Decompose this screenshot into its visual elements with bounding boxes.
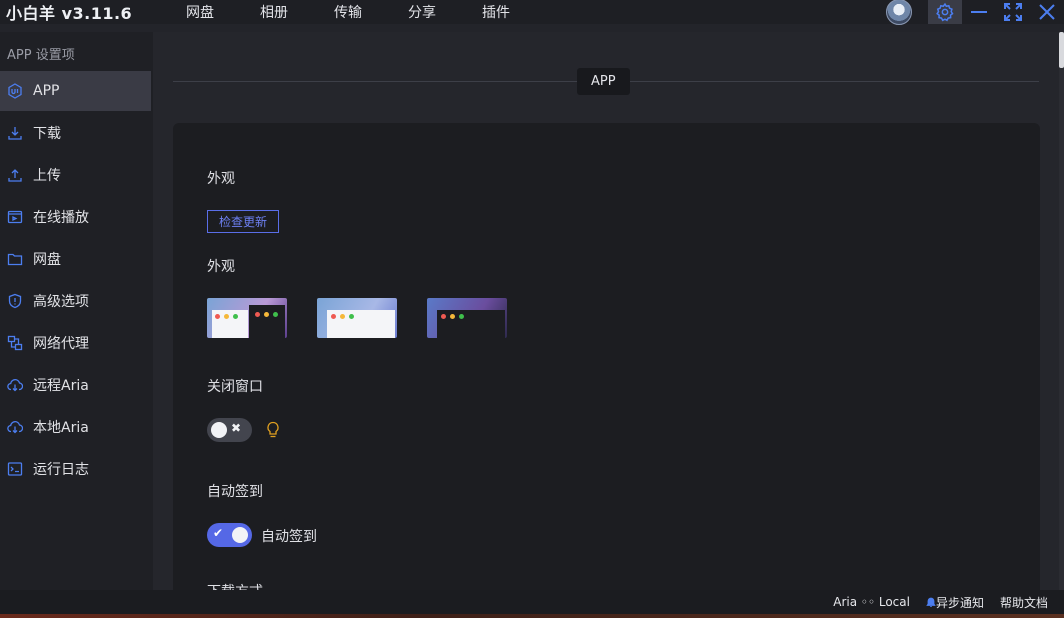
sidebar-heading: APP 设置项 (7, 48, 75, 63)
app-title: 小白羊 v3.11.6 (6, 4, 133, 23)
sidebar-item-label: 网络代理 (33, 336, 89, 352)
switch-knob (211, 422, 227, 438)
window-controls (886, 0, 1064, 25)
minimize-button[interactable] (962, 0, 996, 24)
window-dots (255, 312, 282, 317)
top-nav-pan[interactable]: 网盘 (186, 2, 214, 22)
cloud-download-icon (7, 377, 23, 393)
top-nav-transfer[interactable]: 传输 (334, 2, 362, 22)
sidebar-item-label: 本地Aria (33, 420, 89, 436)
bell-icon (926, 597, 936, 607)
theme-option-light[interactable] (317, 298, 397, 338)
next-section-label: 下载方式 (207, 581, 263, 590)
switch-knob (232, 527, 248, 543)
sidebar-item-upload[interactable]: 上传 (0, 155, 153, 195)
check-update-button[interactable]: 检查更新 (207, 210, 279, 233)
shield-icon (7, 293, 23, 309)
player-icon (7, 209, 23, 225)
theme-option-system[interactable] (207, 298, 287, 338)
close-window-switch[interactable]: ✖ (207, 418, 252, 442)
theme-preview-dark-window (249, 305, 285, 338)
window-dots (331, 314, 358, 319)
title-bar: 小白羊 v3.11.6 网盘 相册 传输 分享 插件 (0, 0, 1064, 25)
top-nav-album[interactable]: 相册 (260, 2, 288, 22)
switch-on-mark: ✔ (213, 526, 224, 540)
sidebar-item-proxy[interactable]: 网络代理 (0, 323, 153, 363)
sidebar-item-remote-aria[interactable]: 远程Aria (0, 365, 153, 405)
sidebar-item-app[interactable]: APP (0, 71, 151, 111)
auto-sign-switch-text: 自动签到 (261, 529, 317, 545)
appearance-label: 外观 (207, 171, 235, 187)
upload-icon (7, 167, 23, 183)
top-nav-plugins[interactable]: 插件 (482, 2, 510, 22)
cloud-download-icon (7, 419, 23, 435)
sidebar-item-label: 下载 (33, 126, 61, 142)
sidebar-item-log[interactable]: 运行日志 (0, 449, 153, 489)
settings-card: 外观 检查更新 外观 关闭窗口 ✖ 自动签到 ✔ 自动签到 (173, 123, 1040, 590)
close-icon (1039, 4, 1055, 20)
switch-off-mark: ✖ (231, 421, 242, 435)
fullscreen-icon (1004, 3, 1022, 21)
status-bar: Aria ◦◦ Local 异步通知 帮助文档 (0, 590, 1064, 614)
sidebar-item-advanced[interactable]: 高级选项 (0, 281, 153, 321)
sidebar-item-label: 上传 (33, 168, 61, 184)
sidebar-item-label: APP (33, 83, 60, 99)
sidebar-item-label: 运行日志 (33, 462, 89, 478)
minimize-icon (971, 11, 987, 13)
sidebar-item-label: 高级选项 (33, 294, 89, 310)
proxy-icon (7, 335, 23, 351)
settings-panel: APP 外观 检查更新 外观 关闭窗口 ✖ 自动签到 ✔ 自动签到 (153, 32, 1059, 590)
app-ui-icon (7, 83, 23, 99)
close-window-label: 关闭窗口 (207, 379, 263, 395)
top-nav: 网盘 相册 传输 分享 插件 (186, 2, 556, 22)
sidebar-item-player[interactable]: 在线播放 (0, 197, 153, 237)
folder-icon (7, 251, 23, 267)
theme-option-dark[interactable] (427, 298, 507, 338)
help-docs-link[interactable]: 帮助文档 (1000, 594, 1048, 611)
sidebar-item-download[interactable]: 下载 (0, 113, 153, 153)
settings-button[interactable] (928, 0, 962, 24)
avatar[interactable] (886, 0, 912, 25)
log-icon (7, 461, 23, 477)
taskbar-strip (0, 614, 1064, 618)
sidebar-item-label: 网盘 (33, 252, 61, 268)
async-notice[interactable]: 异步通知 (926, 594, 984, 611)
sidebar-item-local-aria[interactable]: 本地Aria (0, 407, 153, 447)
sidebar-item-label: 在线播放 (33, 210, 89, 226)
sidebar: APP 设置项 APP 下载 上传 在线播放 网盘 高级选项 网络代理 远程Ar… (0, 32, 153, 590)
section-title: APP (577, 68, 630, 95)
window-dots (215, 314, 242, 319)
scroll-thumb[interactable] (1059, 32, 1064, 68)
scrollbar[interactable] (1059, 32, 1064, 590)
theme-label: 外观 (207, 259, 235, 275)
maximize-button[interactable] (996, 0, 1030, 24)
gear-icon (936, 2, 954, 22)
auto-sign-switch[interactable]: ✔ (207, 523, 252, 547)
sidebar-item-label: 远程Aria (33, 378, 89, 394)
aria-status[interactable]: Aria ◦◦ Local (833, 595, 910, 609)
download-icon (7, 125, 23, 141)
async-notice-label: 异步通知 (935, 595, 984, 610)
top-nav-share[interactable]: 分享 (408, 2, 436, 22)
close-button[interactable] (1030, 0, 1064, 24)
sidebar-item-pan[interactable]: 网盘 (0, 239, 153, 279)
auto-sign-label: 自动签到 (207, 484, 263, 500)
lightbulb-icon[interactable] (265, 421, 281, 439)
window-dots (441, 314, 468, 319)
